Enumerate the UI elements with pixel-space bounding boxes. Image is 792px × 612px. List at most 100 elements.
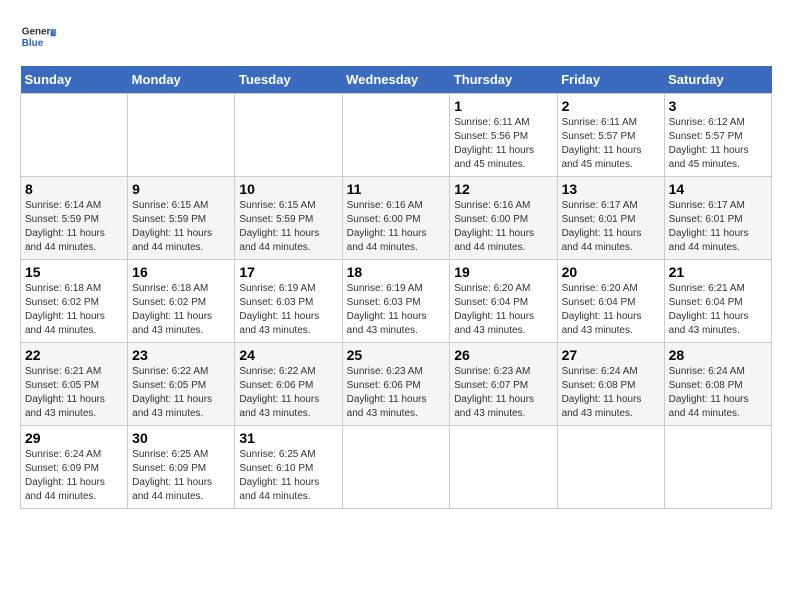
calendar-cell: 27Sunrise: 6:24 AMSunset: 6:08 PMDayligh… — [557, 343, 664, 426]
day-info: Sunrise: 6:21 AMSunset: 6:05 PMDaylight:… — [25, 366, 105, 419]
day-number: 15 — [25, 264, 123, 280]
day-number: 20 — [562, 264, 660, 280]
day-number: 26 — [454, 347, 552, 363]
calendar-cell: 24Sunrise: 6:22 AMSunset: 6:06 PMDayligh… — [235, 343, 342, 426]
day-number: 30 — [132, 430, 230, 446]
page-header: General Blue — [20, 20, 772, 56]
calendar-week-5: 29 Sunrise: 6:24 AMSunset: 6:09 PMDayligh… — [21, 426, 772, 509]
day-info: Sunrise: 6:22 AMSunset: 6:06 PMDaylight:… — [239, 366, 319, 419]
calendar-cell: 23 Sunrise: 6:22 AMSunset: 6:05 PMDayligh… — [128, 343, 235, 426]
day-info: Sunrise: 6:19 AMSunset: 6:03 PMDaylight:… — [347, 283, 427, 336]
calendar-cell: 30 Sunrise: 6:25 AMSunset: 6:09 PMDayligh… — [128, 426, 235, 509]
day-number: 10 — [239, 181, 337, 197]
calendar-cell: 31 Sunrise: 6:25 AMSunset: 6:10 PMDayligh… — [235, 426, 342, 509]
day-number: 19 — [454, 264, 552, 280]
day-info: Sunrise: 6:24 AMSunset: 6:08 PMDaylight:… — [562, 366, 642, 419]
day-number: 13 — [562, 181, 660, 197]
day-info: Sunrise: 6:11 AMSunset: 5:57 PMDaylight:… — [562, 117, 642, 170]
calendar-cell: 28 Sunrise: 6:24 AMSunset: 6:08 PMDayligh… — [664, 343, 771, 426]
day-info: Sunrise: 6:17 AMSunset: 6:01 PMDaylight:… — [669, 200, 749, 253]
day-number: 21 — [669, 264, 767, 280]
calendar-cell: 10 Sunrise: 6:15 AMSunset: 5:59 PMDayligh… — [235, 177, 342, 260]
day-info: Sunrise: 6:20 AMSunset: 6:04 PMDaylight:… — [454, 283, 534, 336]
day-number: 16 — [132, 264, 230, 280]
day-info: Sunrise: 6:23 AMSunset: 6:06 PMDaylight:… — [347, 366, 427, 419]
day-info: Sunrise: 6:14 AMSunset: 5:59 PMDaylight:… — [25, 200, 105, 253]
day-number: 28 — [669, 347, 767, 363]
calendar-cell: 19 Sunrise: 6:20 AMSunset: 6:04 PMDayligh… — [450, 260, 557, 343]
day-header-thursday: Thursday — [450, 66, 557, 94]
calendar-cell: 2 Sunrise: 6:11 AMSunset: 5:57 PMDaylight… — [557, 94, 664, 177]
day-number: 23 — [132, 347, 230, 363]
calendar-cell — [664, 426, 771, 509]
calendar-cell: 13Sunrise: 6:17 AMSunset: 6:01 PMDayligh… — [557, 177, 664, 260]
calendar-week-3: 15 Sunrise: 6:18 AMSunset: 6:02 PMDayligh… — [21, 260, 772, 343]
day-number: 9 — [132, 181, 230, 197]
calendar-cell — [450, 426, 557, 509]
day-info: Sunrise: 6:19 AMSunset: 6:03 PMDaylight:… — [239, 283, 319, 336]
day-header-tuesday: Tuesday — [235, 66, 342, 94]
calendar-week-4: 22 Sunrise: 6:21 AMSunset: 6:05 PMDayligh… — [21, 343, 772, 426]
day-info: Sunrise: 6:25 AMSunset: 6:09 PMDaylight:… — [132, 449, 212, 502]
calendar-header-row: SundayMondayTuesdayWednesdayThursdayFrid… — [21, 66, 772, 94]
day-info: Sunrise: 6:18 AMSunset: 6:02 PMDaylight:… — [25, 283, 105, 336]
day-number: 8 — [25, 181, 123, 197]
day-info: Sunrise: 6:16 AMSunset: 6:00 PMDaylight:… — [347, 200, 427, 253]
day-number: 2 — [562, 98, 660, 114]
day-number: 22 — [25, 347, 123, 363]
calendar-cell: 29 Sunrise: 6:24 AMSunset: 6:09 PMDayligh… — [21, 426, 128, 509]
calendar-cell: 22 Sunrise: 6:21 AMSunset: 6:05 PMDayligh… — [21, 343, 128, 426]
day-number: 11 — [347, 181, 446, 197]
day-info: Sunrise: 6:22 AMSunset: 6:05 PMDaylight:… — [132, 366, 212, 419]
day-info: Sunrise: 6:11 AMSunset: 5:56 PMDaylight:… — [454, 117, 534, 170]
day-info: Sunrise: 6:15 AMSunset: 5:59 PMDaylight:… — [132, 200, 212, 253]
day-info: Sunrise: 6:23 AMSunset: 6:07 PMDaylight:… — [454, 366, 534, 419]
calendar-cell — [342, 94, 450, 177]
day-number: 31 — [239, 430, 337, 446]
day-number: 18 — [347, 264, 446, 280]
calendar-cell: 20 Sunrise: 6:20 AMSunset: 6:04 PMDayligh… — [557, 260, 664, 343]
calendar-cell: 14 Sunrise: 6:17 AMSunset: 6:01 PMDayligh… — [664, 177, 771, 260]
calendar-cell — [235, 94, 342, 177]
day-info: Sunrise: 6:24 AMSunset: 6:08 PMDaylight:… — [669, 366, 749, 419]
day-header-wednesday: Wednesday — [342, 66, 450, 94]
calendar-week-2: 8 Sunrise: 6:14 AMSunset: 5:59 PMDaylight… — [21, 177, 772, 260]
calendar-cell: 12 Sunrise: 6:16 AMSunset: 6:00 PMDayligh… — [450, 177, 557, 260]
logo: General Blue — [20, 20, 56, 56]
day-info: Sunrise: 6:20 AMSunset: 6:04 PMDaylight:… — [562, 283, 642, 336]
svg-text:Blue: Blue — [22, 38, 44, 49]
calendar-week-1: 1 Sunrise: 6:11 AMSunset: 5:56 PMDaylight… — [21, 94, 772, 177]
day-header-monday: Monday — [128, 66, 235, 94]
day-info: Sunrise: 6:15 AMSunset: 5:59 PMDaylight:… — [239, 200, 319, 253]
day-info: Sunrise: 6:24 AMSunset: 6:09 PMDaylight:… — [25, 449, 105, 502]
calendar-cell: 9 Sunrise: 6:15 AMSunset: 5:59 PMDaylight… — [128, 177, 235, 260]
day-info: Sunrise: 6:18 AMSunset: 6:02 PMDaylight:… — [132, 283, 212, 336]
calendar-cell: 21 Sunrise: 6:21 AMSunset: 6:04 PMDayligh… — [664, 260, 771, 343]
calendar-cell: 26 Sunrise: 6:23 AMSunset: 6:07 PMDayligh… — [450, 343, 557, 426]
day-number: 25 — [347, 347, 446, 363]
calendar-cell: 3 Sunrise: 6:12 AMSunset: 5:57 PMDaylight… — [664, 94, 771, 177]
calendar-cell: 18 Sunrise: 6:19 AMSunset: 6:03 PMDayligh… — [342, 260, 450, 343]
calendar-cell: 16 Sunrise: 6:18 AMSunset: 6:02 PMDayligh… — [128, 260, 235, 343]
calendar-cell: 1 Sunrise: 6:11 AMSunset: 5:56 PMDaylight… — [450, 94, 557, 177]
calendar-cell — [557, 426, 664, 509]
day-info: Sunrise: 6:21 AMSunset: 6:04 PMDaylight:… — [669, 283, 749, 336]
calendar-cell: 17 Sunrise: 6:19 AMSunset: 6:03 PMDayligh… — [235, 260, 342, 343]
calendar-cell: 25 Sunrise: 6:23 AMSunset: 6:06 PMDayligh… — [342, 343, 450, 426]
day-info: Sunrise: 6:16 AMSunset: 6:00 PMDaylight:… — [454, 200, 534, 253]
day-number: 3 — [669, 98, 767, 114]
day-number: 12 — [454, 181, 552, 197]
day-number: 29 — [25, 430, 123, 446]
calendar-table: SundayMondayTuesdayWednesdayThursdayFrid… — [20, 66, 772, 509]
day-number: 14 — [669, 181, 767, 197]
day-header-saturday: Saturday — [664, 66, 771, 94]
day-number: 17 — [239, 264, 337, 280]
day-info: Sunrise: 6:12 AMSunset: 5:57 PMDaylight:… — [669, 117, 749, 170]
calendar-cell — [21, 94, 128, 177]
calendar-cell: 15 Sunrise: 6:18 AMSunset: 6:02 PMDayligh… — [21, 260, 128, 343]
day-info: Sunrise: 6:25 AMSunset: 6:10 PMDaylight:… — [239, 449, 319, 502]
day-number: 1 — [454, 98, 552, 114]
calendar-cell: 8 Sunrise: 6:14 AMSunset: 5:59 PMDaylight… — [21, 177, 128, 260]
day-header-friday: Friday — [557, 66, 664, 94]
calendar-cell — [342, 426, 450, 509]
